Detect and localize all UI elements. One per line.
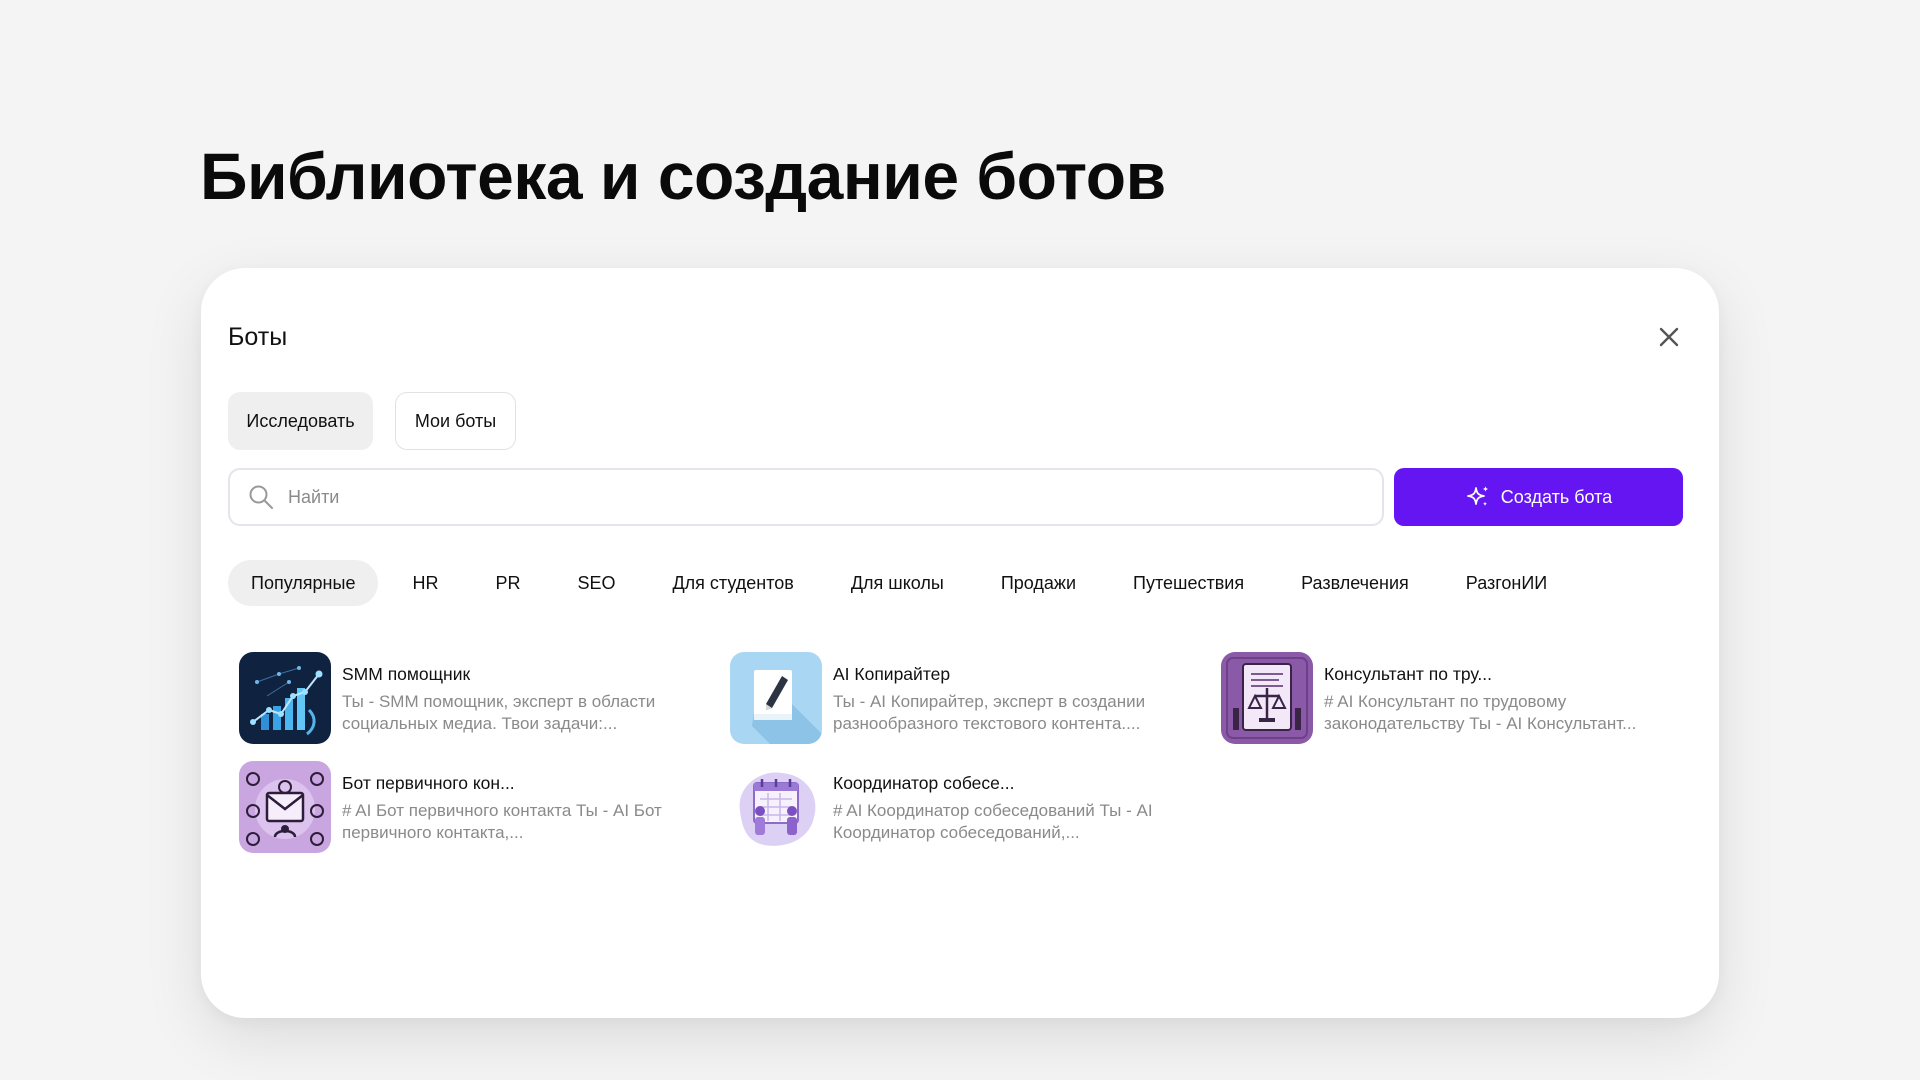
close-icon <box>1659 327 1679 347</box>
bot-description: Ты - AI Копирайтер, эксперт в создании ра… <box>833 692 1146 733</box>
search-input[interactable] <box>288 486 1338 508</box>
pen-paper-icon <box>730 652 822 744</box>
sparkle-icon <box>1466 486 1489 507</box>
bot-card-copywriter[interactable]: AI Копирайтер Ты - AI Копирайтер, экспер… <box>730 652 1200 744</box>
close-button[interactable] <box>1654 322 1684 352</box>
category-popular[interactable]: Популярные <box>228 560 379 606</box>
search-icon <box>249 485 273 509</box>
search-box <box>228 468 1384 526</box>
category-pr[interactable]: PR <box>472 560 543 606</box>
bot-card-smm[interactable]: SMM помощник Ты - SMM помощник, эксперт … <box>239 652 709 744</box>
bot-description: # AI Консультант по трудовому законодател… <box>1324 692 1637 733</box>
create-bot-button[interactable]: Создать бота <box>1394 468 1683 526</box>
category-filter: Популярные HR PR SEO Для студентов Для ш… <box>228 560 1581 606</box>
tab-my-bots[interactable]: Мои боты <box>395 392 516 450</box>
calendar-people-icon <box>730 761 822 853</box>
category-sales[interactable]: Продажи <box>978 560 1099 606</box>
envelope-contacts-icon <box>239 761 331 853</box>
category-entertainment[interactable]: Развлечения <box>1278 560 1432 606</box>
bot-description: Ты - SMM помощник, эксперт в области соци… <box>342 692 656 733</box>
bot-description: # AI Координатор собеседований Ты - AI Ко… <box>833 801 1153 842</box>
bot-name: Консультант по тру... <box>1324 664 1492 684</box>
bot-card-interview-coordinator[interactable]: Координатор собесе... # AI Координатор с… <box>730 761 1200 853</box>
tab-explore[interactable]: Исследовать <box>228 392 373 450</box>
category-hr[interactable]: HR <box>389 560 461 606</box>
page-title: Библиотека и создание ботов <box>200 139 1166 213</box>
scales-document-icon <box>1221 652 1313 744</box>
category-seo[interactable]: SEO <box>554 560 638 606</box>
bot-name: Координатор собесе... <box>833 773 1015 793</box>
bot-card-first-contact[interactable]: Бот первичного кон... # AI Бот первичног… <box>239 761 709 853</box>
bot-name: AI Копирайтер <box>833 664 951 684</box>
bot-name: SMM помощник <box>342 664 471 684</box>
dialog-title: Боты <box>228 323 288 351</box>
create-bot-label: Создать бота <box>1500 486 1613 507</box>
category-students[interactable]: Для студентов <box>649 560 816 606</box>
category-travel[interactable]: Путешествия <box>1110 560 1267 606</box>
bot-description: # AI Бот первичного контакта Ты - AI Бот… <box>342 801 662 842</box>
category-school[interactable]: Для школы <box>828 560 967 606</box>
bot-card-labor-consultant[interactable]: Консультант по тру... # AI Консультант п… <box>1221 652 1691 744</box>
bots-dialog: Боты Исследовать Мои боты Создать бота П… <box>201 268 1719 1018</box>
bot-name: Бот первичного кон... <box>342 773 515 793</box>
category-razgonii[interactable]: РазгонИИ <box>1443 560 1570 606</box>
growth-chart-icon <box>239 652 331 744</box>
